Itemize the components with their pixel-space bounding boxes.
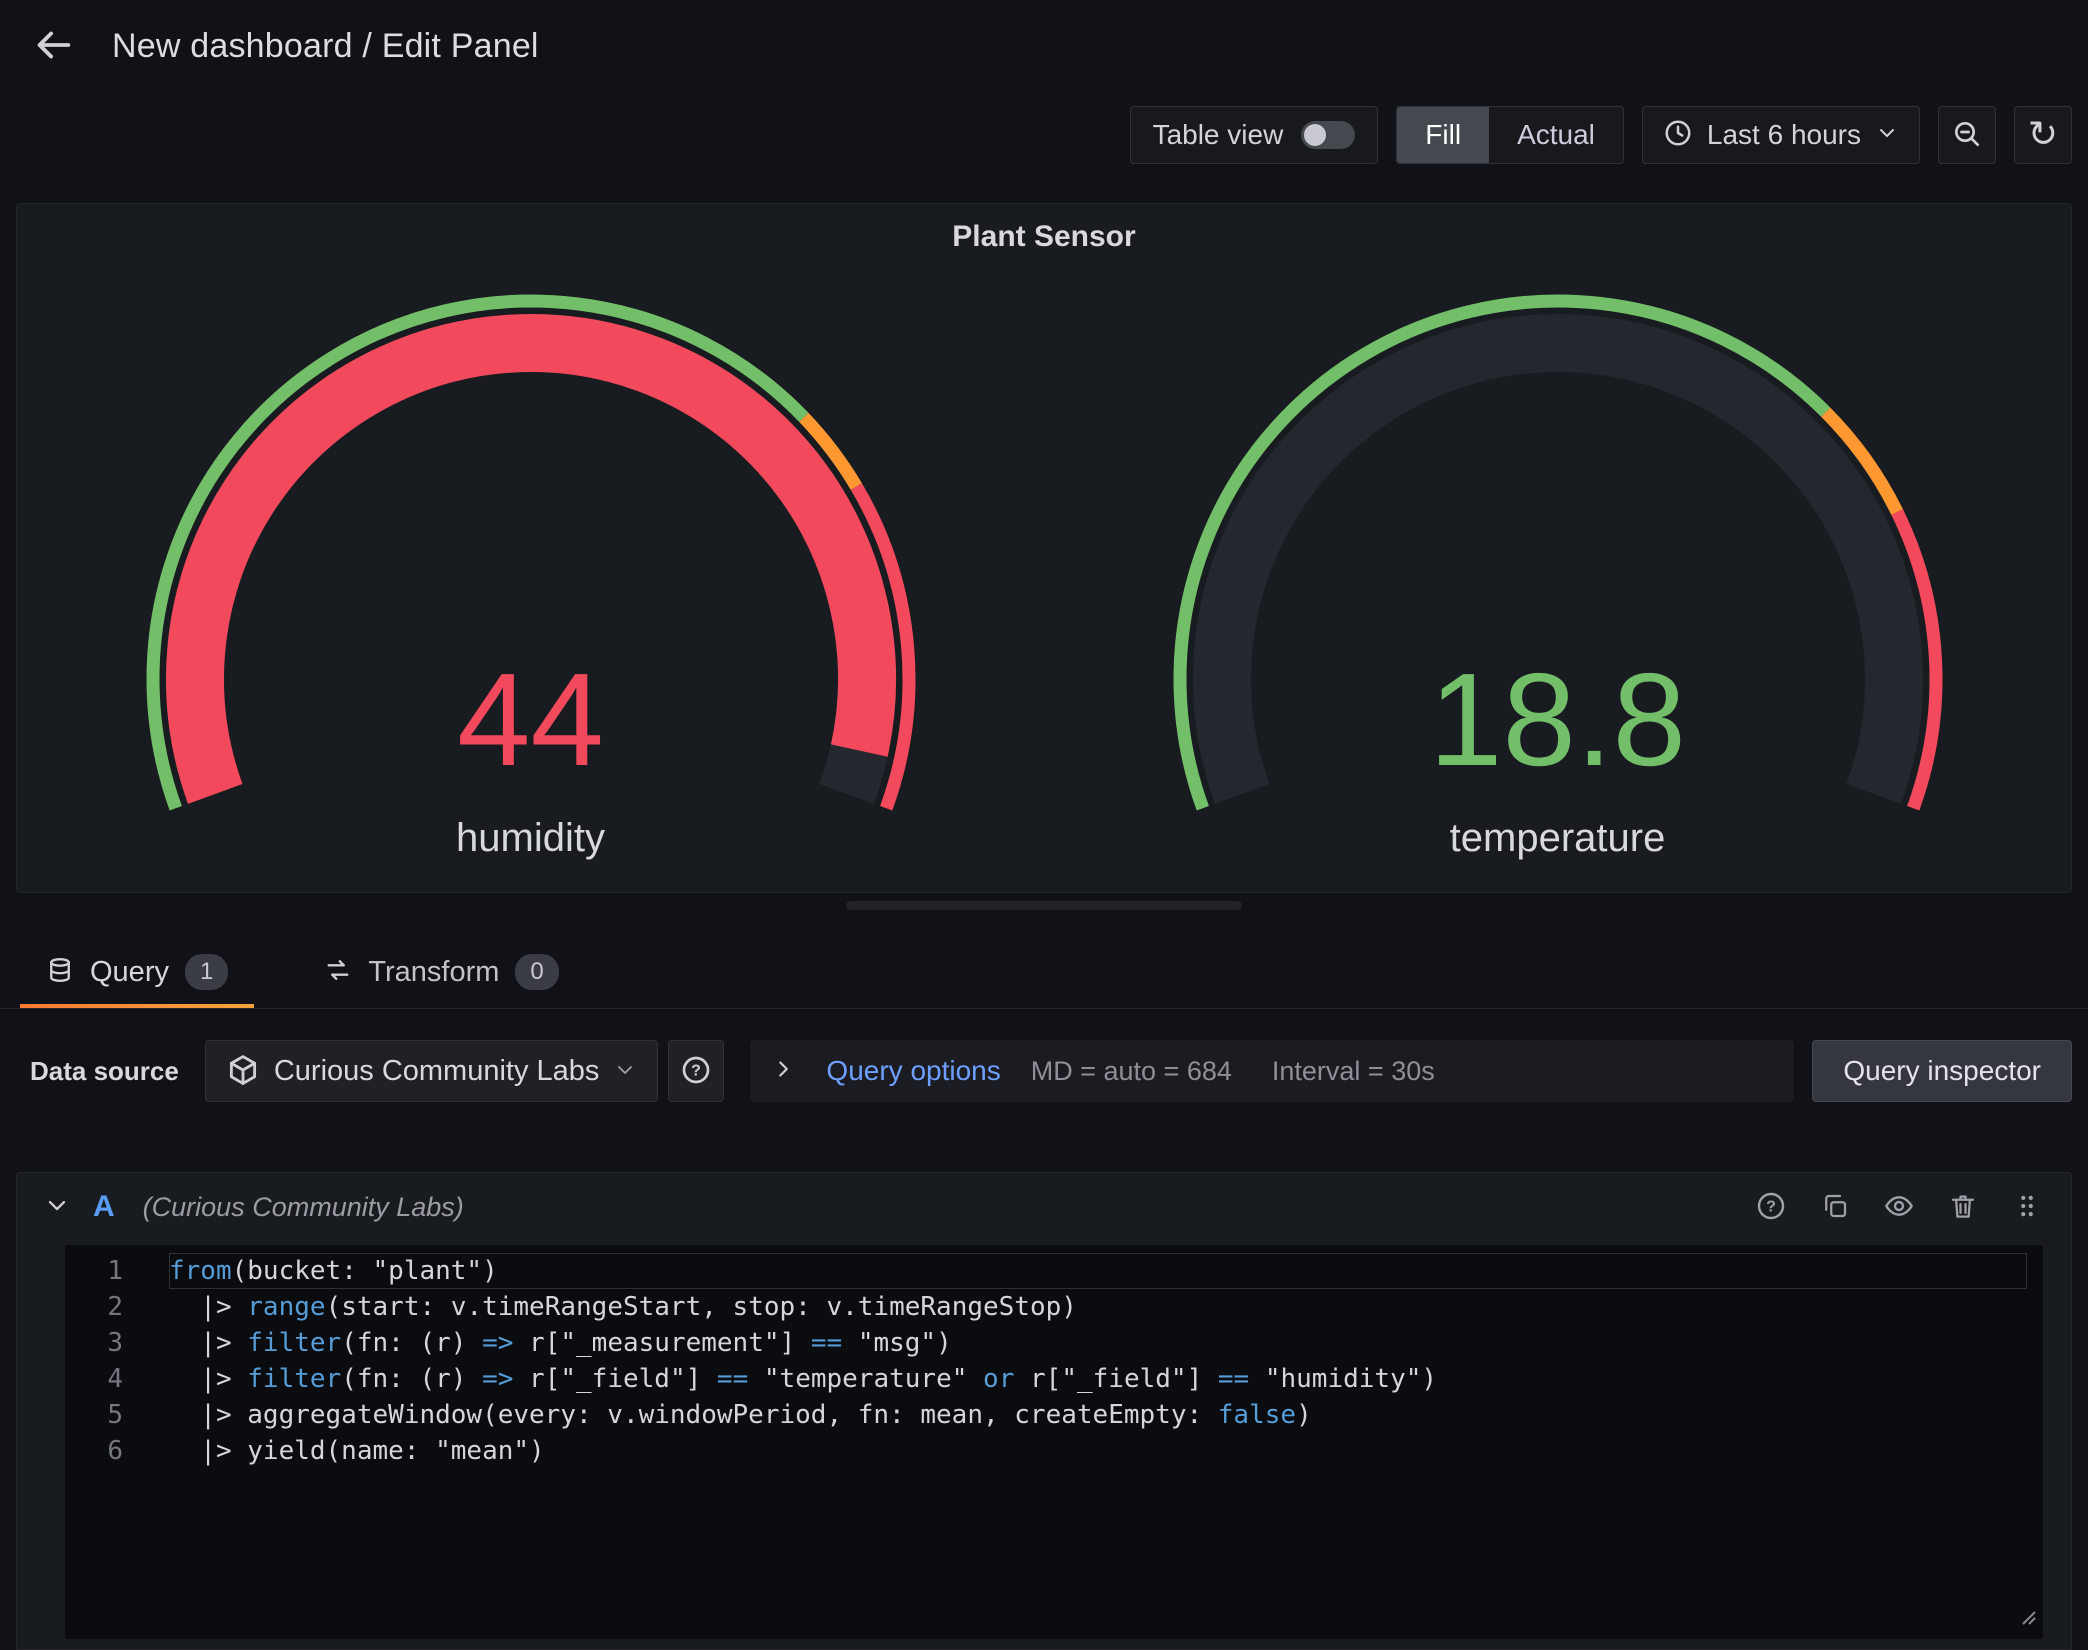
chevron-right-icon [770, 1056, 796, 1087]
line-number: 6 [65, 1433, 123, 1469]
interval-text: Interval = 30s [1272, 1056, 1435, 1087]
chevron-down-icon [613, 1058, 637, 1085]
datasource-logo-icon [226, 1053, 260, 1090]
query-inspector-button[interactable]: Query inspector [1812, 1040, 2072, 1102]
query-help-button[interactable]: ? [1753, 1189, 1789, 1225]
eye-icon [1883, 1190, 1915, 1225]
code-line[interactable]: 1 from(bucket: "plant") [65, 1253, 2043, 1289]
line-number: 4 [65, 1361, 123, 1397]
datasource-label: Data source [30, 1056, 179, 1087]
top-bar: New dashboard / Edit Panel [0, 0, 2088, 92]
query-options-bar[interactable]: Query options MD = auto = 684 Interval =… [750, 1040, 1794, 1102]
code-line-content: |> aggregateWindow(every: v.windowPeriod… [169, 1397, 2027, 1433]
tab-query-label: Query [90, 956, 169, 989]
toggle-knob [1304, 124, 1326, 146]
zoom-out-button[interactable] [1938, 106, 1996, 164]
line-number: 5 [65, 1397, 123, 1433]
refresh-icon: ↻ [2028, 117, 2058, 153]
back-arrow-icon [30, 22, 76, 71]
code-line-content: |> yield(name: "mean") [169, 1433, 2027, 1469]
grafana-edit-panel-page: New dashboard / Edit Panel Table view Fi… [0, 0, 2088, 1650]
time-range-label: Last 6 hours [1707, 119, 1861, 151]
question-circle-icon: ? [680, 1054, 712, 1089]
drag-handle[interactable] [2009, 1189, 2045, 1225]
grip-dots-icon [2012, 1191, 2042, 1224]
max-data-points-text: MD = auto = 684 [1031, 1056, 1232, 1087]
gauge-value-humidity: 44 [17, 654, 1044, 786]
code-line[interactable]: 6 |> yield(name: "mean") [65, 1433, 2043, 1469]
code-line-content: from(bucket: "plant") [169, 1253, 2027, 1289]
fill-actual-segmented: Fill Actual [1396, 106, 1624, 164]
query-options-link[interactable]: Query options [826, 1055, 1000, 1087]
table-view-group: Table view [1130, 106, 1379, 164]
gauge-label-temperature: temperature [1044, 816, 2071, 861]
datasource-help-button[interactable]: ? [668, 1040, 724, 1102]
back-button[interactable] [28, 21, 78, 71]
tab-query[interactable]: Query 1 [20, 936, 254, 1008]
page-title: New dashboard / Edit Panel [112, 27, 539, 66]
editor-tabs: Query 1 Transform 0 [0, 936, 2088, 1009]
panel-title: Plant Sensor [17, 220, 2071, 254]
datasource-row: Data source Curious Community Labs ? Que… [30, 1040, 2072, 1102]
tab-query-count: 1 [185, 954, 228, 990]
svg-text:?: ? [692, 1062, 702, 1079]
help-circle-icon: ? [1755, 1190, 1787, 1225]
gauge-humidity: 44 humidity [17, 262, 1044, 892]
svg-text:?: ? [1766, 1198, 1776, 1215]
panel-preview: Plant Sensor 44 humidity 18.8 temperatur… [16, 203, 2072, 893]
hide-query-button[interactable] [1881, 1189, 1917, 1225]
collapse-chevron-icon[interactable] [43, 1191, 71, 1224]
code-line-content: |> range(start: v.timeRangeStart, stop: … [169, 1289, 2027, 1325]
trash-icon [1948, 1191, 1978, 1224]
tab-transform-label: Transform [368, 956, 499, 989]
remove-query-button[interactable] [1945, 1189, 1981, 1225]
code-line[interactable]: 3 |> filter(fn: (r) => r["_measurement"]… [65, 1325, 2043, 1361]
gauge-temperature: 18.8 temperature [1044, 262, 2071, 892]
gauges-row: 44 humidity 18.8 temperature [17, 262, 2071, 892]
query-row-header[interactable]: A (Curious Community Labs) ? [17, 1173, 2071, 1241]
refresh-button[interactable]: ↻ [2014, 106, 2072, 164]
line-number: 2 [65, 1289, 123, 1325]
tab-transform[interactable]: Transform 0 [298, 936, 584, 1008]
line-number: 3 [65, 1325, 123, 1361]
panel-toolbar: Table view Fill Actual Last 6 hours ↻ [1130, 106, 2072, 164]
time-range-picker[interactable]: Last 6 hours [1642, 106, 1920, 164]
transform-icon [324, 956, 352, 989]
datasource-picker[interactable]: Curious Community Labs [205, 1040, 659, 1102]
tab-transform-count: 0 [515, 954, 558, 990]
fill-button[interactable]: Fill [1397, 107, 1489, 163]
copy-icon [1820, 1191, 1850, 1224]
table-view-toggle[interactable] [1301, 121, 1355, 149]
query-row-actions: ? [1753, 1189, 2045, 1225]
actual-button[interactable]: Actual [1489, 107, 1623, 163]
database-icon [46, 956, 74, 989]
code-line-content: |> filter(fn: (r) => r["_field"] == "tem… [169, 1361, 2027, 1397]
panel-resize-handle[interactable] [846, 901, 1242, 910]
query-ref-id: A [93, 1190, 115, 1224]
flux-query-editor[interactable]: 1from(bucket: "plant")2 |> range(start: … [65, 1245, 2043, 1639]
zoom-out-icon [1951, 118, 1983, 153]
line-number: 1 [65, 1253, 123, 1289]
code-line-content: |> filter(fn: (r) => r["_measurement"] =… [169, 1325, 2027, 1361]
code-line[interactable]: 5 |> aggregateWindow(every: v.windowPeri… [65, 1397, 2043, 1433]
table-view-label: Table view [1153, 119, 1284, 151]
gauge-label-humidity: humidity [17, 816, 1044, 861]
query-row-card: A (Curious Community Labs) ? [16, 1172, 2072, 1650]
gauge-value-temperature: 18.8 [1044, 654, 2071, 786]
code-line[interactable]: 2 |> range(start: v.timeRangeStart, stop… [65, 1289, 2043, 1325]
editor-resize-corner[interactable] [2015, 1603, 2037, 1633]
datasource-selected-value: Curious Community Labs [274, 1055, 600, 1088]
clock-icon [1663, 118, 1693, 153]
chevron-down-icon [1875, 121, 1899, 150]
query-datasource-subtitle: (Curious Community Labs) [143, 1192, 464, 1223]
duplicate-query-button[interactable] [1817, 1189, 1853, 1225]
code-line[interactable]: 4 |> filter(fn: (r) => r["_field"] == "t… [65, 1361, 2043, 1397]
